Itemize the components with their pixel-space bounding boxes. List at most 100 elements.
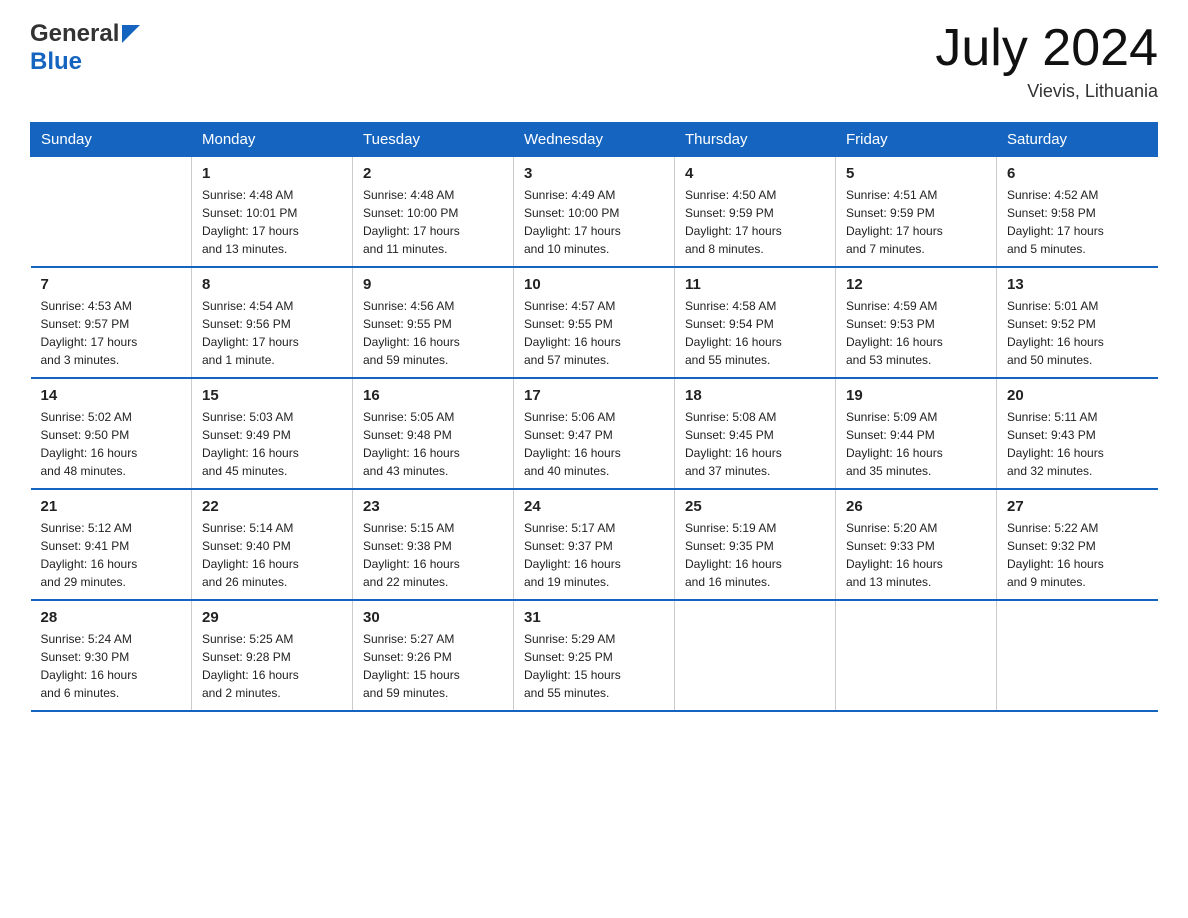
day-number: 12 — [846, 276, 986, 293]
day-number: 18 — [685, 387, 825, 404]
day-number: 4 — [685, 165, 825, 182]
day-info: Sunrise: 4:59 AM Sunset: 9:53 PM Dayligh… — [846, 297, 986, 369]
calendar-cell: 31 Sunrise: 5:29 AM Sunset: 9:25 PM Dayli… — [514, 600, 675, 711]
day-number: 3 — [524, 165, 664, 182]
day-info: Sunrise: 5:11 AM Sunset: 9:43 PM Dayligh… — [1007, 408, 1148, 480]
day-number: 29 — [202, 609, 342, 626]
calendar-header-row: SundayMondayTuesdayWednesdayThursdayFrid… — [31, 123, 1158, 157]
calendar-cell: 17 Sunrise: 5:06 AM Sunset: 9:47 PM Dayli… — [514, 378, 675, 489]
calendar-cell: 11Sunrise: 4:58 AM Sunset: 9:54 PM Dayli… — [675, 267, 836, 378]
calendar-week-row: 14 Sunrise: 5:02 AM Sunset: 9:50 PM Dayli… — [31, 378, 1158, 489]
calendar-cell: 20Sunrise: 5:11 AM Sunset: 9:43 PM Dayli… — [997, 378, 1158, 489]
day-number: 16 — [363, 387, 503, 404]
day-info: Sunrise: 5:15 AM Sunset: 9:38 PM Dayligh… — [363, 519, 503, 591]
calendar-cell: 22 Sunrise: 5:14 AM Sunset: 9:40 PM Dayli… — [192, 489, 353, 600]
day-info: Sunrise: 4:50 AM Sunset: 9:59 PM Dayligh… — [685, 186, 825, 258]
day-of-week-header: Thursday — [675, 123, 836, 157]
day-number: 17 — [524, 387, 664, 404]
day-info: Sunrise: 5:03 AM Sunset: 9:49 PM Dayligh… — [202, 408, 342, 480]
day-number: 8 — [202, 276, 342, 293]
calendar-cell: 23 Sunrise: 5:15 AM Sunset: 9:38 PM Dayli… — [353, 489, 514, 600]
calendar-cell: 27Sunrise: 5:22 AM Sunset: 9:32 PM Dayli… — [997, 489, 1158, 600]
calendar-subtitle: Vievis, Lithuania — [935, 81, 1158, 102]
calendar-cell — [675, 600, 836, 711]
calendar-cell: 28 Sunrise: 5:24 AM Sunset: 9:30 PM Dayli… — [31, 600, 192, 711]
calendar-cell: 30 Sunrise: 5:27 AM Sunset: 9:26 PM Dayli… — [353, 600, 514, 711]
day-number: 9 — [363, 276, 503, 293]
day-info: Sunrise: 4:51 AM Sunset: 9:59 PM Dayligh… — [846, 186, 986, 258]
day-info: Sunrise: 5:29 AM Sunset: 9:25 PM Dayligh… — [524, 630, 664, 702]
logo-arrow-icon — [122, 25, 140, 43]
day-info: Sunrise: 5:08 AM Sunset: 9:45 PM Dayligh… — [685, 408, 825, 480]
day-of-week-header: Tuesday — [353, 123, 514, 157]
day-number: 24 — [524, 498, 664, 515]
calendar-cell: 6 Sunrise: 4:52 AM Sunset: 9:58 PM Daylig… — [997, 157, 1158, 268]
page-header: General Blue July 2024 Vievis, Lithuania — [30, 20, 1158, 102]
calendar-cell: 25Sunrise: 5:19 AM Sunset: 9:35 PM Dayli… — [675, 489, 836, 600]
day-number: 28 — [41, 609, 182, 626]
logo: General Blue — [30, 20, 140, 76]
day-number: 14 — [41, 387, 182, 404]
calendar-cell — [31, 157, 192, 268]
day-info: Sunrise: 5:22 AM Sunset: 9:32 PM Dayligh… — [1007, 519, 1148, 591]
day-info: Sunrise: 4:53 AM Sunset: 9:57 PM Dayligh… — [41, 297, 182, 369]
day-info: Sunrise: 4:49 AM Sunset: 10:00 PM Daylig… — [524, 186, 664, 258]
calendar-week-row: 28 Sunrise: 5:24 AM Sunset: 9:30 PM Dayli… — [31, 600, 1158, 711]
calendar-cell: 19 Sunrise: 5:09 AM Sunset: 9:44 PM Dayli… — [836, 378, 997, 489]
calendar-week-row: 21 Sunrise: 5:12 AM Sunset: 9:41 PM Dayli… — [31, 489, 1158, 600]
calendar-week-row: 7 Sunrise: 4:53 AM Sunset: 9:57 PM Daylig… — [31, 267, 1158, 378]
calendar-cell: 12 Sunrise: 4:59 AM Sunset: 9:53 PM Dayli… — [836, 267, 997, 378]
day-info: Sunrise: 5:09 AM Sunset: 9:44 PM Dayligh… — [846, 408, 986, 480]
calendar-cell: 24 Sunrise: 5:17 AM Sunset: 9:37 PM Dayli… — [514, 489, 675, 600]
day-number: 10 — [524, 276, 664, 293]
day-of-week-header: Monday — [192, 123, 353, 157]
calendar-cell: 7 Sunrise: 4:53 AM Sunset: 9:57 PM Daylig… — [31, 267, 192, 378]
day-info: Sunrise: 5:01 AM Sunset: 9:52 PM Dayligh… — [1007, 297, 1148, 369]
day-number: 21 — [41, 498, 182, 515]
day-of-week-header: Friday — [836, 123, 997, 157]
day-info: Sunrise: 4:57 AM Sunset: 9:55 PM Dayligh… — [524, 297, 664, 369]
day-info: Sunrise: 4:56 AM Sunset: 9:55 PM Dayligh… — [363, 297, 503, 369]
day-number: 5 — [846, 165, 986, 182]
day-number: 26 — [846, 498, 986, 515]
day-info: Sunrise: 5:14 AM Sunset: 9:40 PM Dayligh… — [202, 519, 342, 591]
calendar-cell: 5 Sunrise: 4:51 AM Sunset: 9:59 PM Daylig… — [836, 157, 997, 268]
day-info: Sunrise: 4:54 AM Sunset: 9:56 PM Dayligh… — [202, 297, 342, 369]
day-info: Sunrise: 5:06 AM Sunset: 9:47 PM Dayligh… — [524, 408, 664, 480]
calendar-title-area: July 2024 Vievis, Lithuania — [935, 20, 1158, 102]
day-number: 2 — [363, 165, 503, 182]
day-number: 25 — [685, 498, 825, 515]
day-info: Sunrise: 5:05 AM Sunset: 9:48 PM Dayligh… — [363, 408, 503, 480]
day-number: 13 — [1007, 276, 1148, 293]
calendar-cell: 29Sunrise: 5:25 AM Sunset: 9:28 PM Dayli… — [192, 600, 353, 711]
day-number: 11 — [685, 276, 825, 293]
day-number: 22 — [202, 498, 342, 515]
day-info: Sunrise: 5:20 AM Sunset: 9:33 PM Dayligh… — [846, 519, 986, 591]
day-info: Sunrise: 4:48 AM Sunset: 10:01 PM Daylig… — [202, 186, 342, 258]
day-of-week-header: Saturday — [997, 123, 1158, 157]
day-number: 30 — [363, 609, 503, 626]
day-info: Sunrise: 5:24 AM Sunset: 9:30 PM Dayligh… — [41, 630, 182, 702]
day-number: 15 — [202, 387, 342, 404]
calendar-cell: 26 Sunrise: 5:20 AM Sunset: 9:33 PM Dayli… — [836, 489, 997, 600]
calendar-cell — [836, 600, 997, 711]
day-number: 19 — [846, 387, 986, 404]
day-info: Sunrise: 5:02 AM Sunset: 9:50 PM Dayligh… — [41, 408, 182, 480]
day-number: 31 — [524, 609, 664, 626]
calendar-cell: 16 Sunrise: 5:05 AM Sunset: 9:48 PM Dayli… — [353, 378, 514, 489]
day-of-week-header: Wednesday — [514, 123, 675, 157]
day-number: 6 — [1007, 165, 1148, 182]
day-info: Sunrise: 5:12 AM Sunset: 9:41 PM Dayligh… — [41, 519, 182, 591]
day-info: Sunrise: 4:52 AM Sunset: 9:58 PM Dayligh… — [1007, 186, 1148, 258]
day-of-week-header: Sunday — [31, 123, 192, 157]
calendar-cell: 10 Sunrise: 4:57 AM Sunset: 9:55 PM Dayli… — [514, 267, 675, 378]
day-info: Sunrise: 5:17 AM Sunset: 9:37 PM Dayligh… — [524, 519, 664, 591]
day-number: 23 — [363, 498, 503, 515]
calendar-cell: 9 Sunrise: 4:56 AM Sunset: 9:55 PM Daylig… — [353, 267, 514, 378]
day-number: 7 — [41, 276, 182, 293]
calendar-cell — [997, 600, 1158, 711]
calendar-cell: 2 Sunrise: 4:48 AM Sunset: 10:00 PM Dayli… — [353, 157, 514, 268]
day-info: Sunrise: 5:27 AM Sunset: 9:26 PM Dayligh… — [363, 630, 503, 702]
calendar-cell: 3 Sunrise: 4:49 AM Sunset: 10:00 PM Dayli… — [514, 157, 675, 268]
day-info: Sunrise: 4:48 AM Sunset: 10:00 PM Daylig… — [363, 186, 503, 258]
